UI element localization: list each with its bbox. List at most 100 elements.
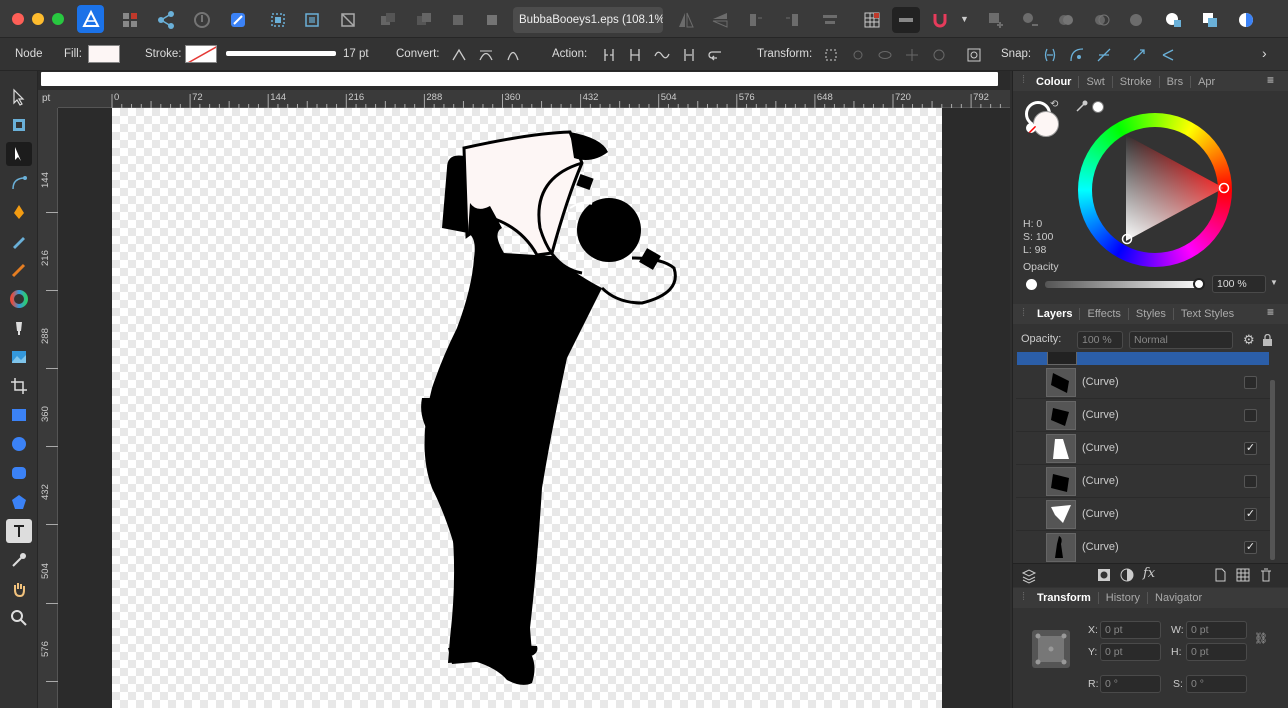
close-window-button[interactable]	[12, 13, 24, 25]
layer-row[interactable]: (Curve) ✓	[1016, 531, 1272, 564]
opacity-input[interactable]: 100 %	[1212, 275, 1266, 293]
corner-tool-icon[interactable]	[6, 171, 32, 195]
width-input[interactable]: 0 pt	[1186, 621, 1247, 639]
align-icon[interactable]	[816, 7, 844, 33]
layer-visibility-checkbox[interactable]: ✓	[1244, 442, 1257, 455]
affinity-designer-logo-icon[interactable]	[77, 5, 104, 33]
tab-colour[interactable]: Colour	[1029, 76, 1080, 88]
vertical-ruler[interactable]: 144 216 288 360 432 504 576	[38, 108, 58, 708]
layer-row[interactable]: (Curve)	[1016, 465, 1272, 498]
layer-visibility-checkbox[interactable]	[1244, 409, 1257, 422]
saturation-lightness-triangle[interactable]	[1078, 113, 1232, 267]
stroke-color-swatch[interactable]	[185, 45, 217, 63]
layer-row[interactable]: (Curve)	[1016, 399, 1272, 432]
layers-scrollbar[interactable]	[1270, 380, 1275, 560]
fill-selector-circle[interactable]	[1033, 111, 1059, 137]
height-input[interactable]: 0 pt	[1186, 643, 1247, 661]
tab-transform[interactable]: Transform	[1030, 592, 1099, 604]
break-curve-icon[interactable]	[598, 45, 620, 65]
export-persona-icon[interactable]	[224, 7, 252, 33]
layer-row[interactable]: (Curve)	[1016, 366, 1272, 399]
mask-layer-icon[interactable]	[1097, 568, 1111, 582]
transparency-tool-icon[interactable]	[6, 316, 32, 340]
panel-grip-icon[interactable]: ⁞	[1022, 74, 1025, 86]
stroke-width-value[interactable]: 17 pt	[343, 48, 369, 60]
layer-visibility-checkbox[interactable]	[1244, 475, 1257, 488]
designer-persona-icon[interactable]	[116, 7, 144, 33]
arrange-back-icon[interactable]	[374, 7, 402, 33]
reverse-curve-icon[interactable]	[705, 45, 727, 65]
layer-row[interactable]: (Curve) ✓	[1016, 498, 1272, 531]
tab-navigator[interactable]: Navigator	[1148, 592, 1209, 604]
vector-brush-tool-icon[interactable]	[6, 258, 32, 282]
snap-to-handles-icon[interactable]	[1093, 45, 1115, 65]
none-color-icon[interactable]	[1026, 123, 1036, 133]
anchor-box-icon[interactable]	[334, 7, 362, 33]
golfer-silhouette-artwork[interactable]	[112, 108, 942, 708]
selection-box-icon[interactable]	[298, 7, 326, 33]
share-icon[interactable]	[152, 7, 180, 33]
lock-icon[interactable]	[1263, 333, 1272, 346]
eyedropper-icon[interactable]	[1075, 99, 1089, 113]
zoom-window-button[interactable]	[52, 13, 64, 25]
add-pixel-layer-icon[interactable]	[1213, 568, 1227, 582]
rounded-rectangle-tool-icon[interactable]	[6, 461, 32, 485]
divide-icon[interactable]	[1122, 7, 1150, 33]
colour-panel-menu-icon[interactable]: ≡	[1267, 73, 1274, 87]
tab-history[interactable]: History	[1099, 592, 1149, 604]
layer-row[interactable]: (Curve) ✓	[1016, 432, 1272, 465]
snap-to-geometry-icon[interactable]	[1128, 45, 1150, 65]
blend-mode-select[interactable]: Normal	[1129, 331, 1233, 349]
minimize-window-button[interactable]	[32, 13, 44, 25]
tab-appearance[interactable]: Apr	[1191, 76, 1222, 88]
y-position-input[interactable]: 0 pt	[1100, 643, 1161, 661]
layers-stack-icon[interactable]	[1021, 568, 1037, 584]
document-tab[interactable]: BubbaBooeys1.eps (108.1% ★	[513, 7, 663, 33]
tab-styles[interactable]: Styles	[1129, 308, 1174, 320]
snap-to-curves-icon[interactable]	[1066, 45, 1088, 65]
bounding-box-icon[interactable]	[963, 45, 985, 65]
subtract-shapes-icon[interactable]	[1196, 7, 1224, 33]
convert-smooth-icon[interactable]	[475, 45, 497, 65]
snapping-dropdown-chevron-icon[interactable]: ▼	[960, 14, 969, 24]
swap-colors-icon[interactable]: ⟲	[1050, 99, 1058, 110]
layers-panel-menu-icon[interactable]: ≡	[1267, 305, 1274, 319]
rectangle-tool-icon[interactable]	[6, 403, 32, 427]
smooth-curve-icon[interactable]	[651, 45, 673, 65]
tab-stroke[interactable]: Stroke	[1113, 76, 1160, 88]
transform-objects-icon[interactable]	[264, 7, 292, 33]
shear-input[interactable]: 0 °	[1186, 675, 1247, 693]
snapping-options-icon[interactable]	[892, 7, 920, 33]
artboard-tool-icon[interactable]	[6, 113, 32, 137]
ellipse-tool-icon[interactable]	[6, 432, 32, 456]
pencil-tool-icon[interactable]	[6, 229, 32, 253]
transform-panel-grip-icon[interactable]: ⁞	[1022, 591, 1025, 603]
node-tool-icon[interactable]	[6, 142, 32, 166]
show-handles-icon[interactable]	[874, 45, 896, 65]
intersect-icon[interactable]	[1052, 7, 1080, 33]
polygon-tool-icon[interactable]	[6, 490, 32, 514]
intersect-shapes-icon[interactable]	[1232, 7, 1260, 33]
anchor-point-selector[interactable]	[1032, 630, 1070, 668]
text-tool-icon[interactable]	[6, 519, 32, 543]
node-transform-icon[interactable]	[928, 45, 950, 65]
move-tool-icon[interactable]	[6, 85, 32, 109]
transform-mode-icon[interactable]	[820, 45, 842, 65]
snap-to-angle-icon[interactable]	[1157, 45, 1179, 65]
tab-effects[interactable]: Effects	[1080, 308, 1129, 320]
convert-smart-icon[interactable]	[502, 45, 524, 65]
arrange-backward-icon[interactable]	[410, 7, 438, 33]
layer-opacity-input[interactable]: 100 %	[1077, 331, 1123, 349]
rotate-right-icon[interactable]	[778, 7, 806, 33]
layers-panel-grip-icon[interactable]: ⁞	[1022, 307, 1025, 319]
layer-visibility-checkbox[interactable]: ✓	[1244, 508, 1257, 521]
pixel-persona-icon[interactable]	[188, 7, 216, 33]
tab-swatches[interactable]: Swt	[1079, 76, 1113, 88]
opacity-slider-handle[interactable]	[1193, 278, 1205, 290]
tab-text-styles[interactable]: Text Styles	[1174, 308, 1241, 320]
arrange-front-icon[interactable]	[478, 7, 506, 33]
view-tool-hand-icon[interactable]	[6, 577, 32, 601]
picked-color-swatch[interactable]	[1092, 101, 1104, 113]
zoom-tool-icon[interactable]	[6, 606, 32, 630]
adjustment-layer-icon[interactable]	[1120, 568, 1134, 582]
